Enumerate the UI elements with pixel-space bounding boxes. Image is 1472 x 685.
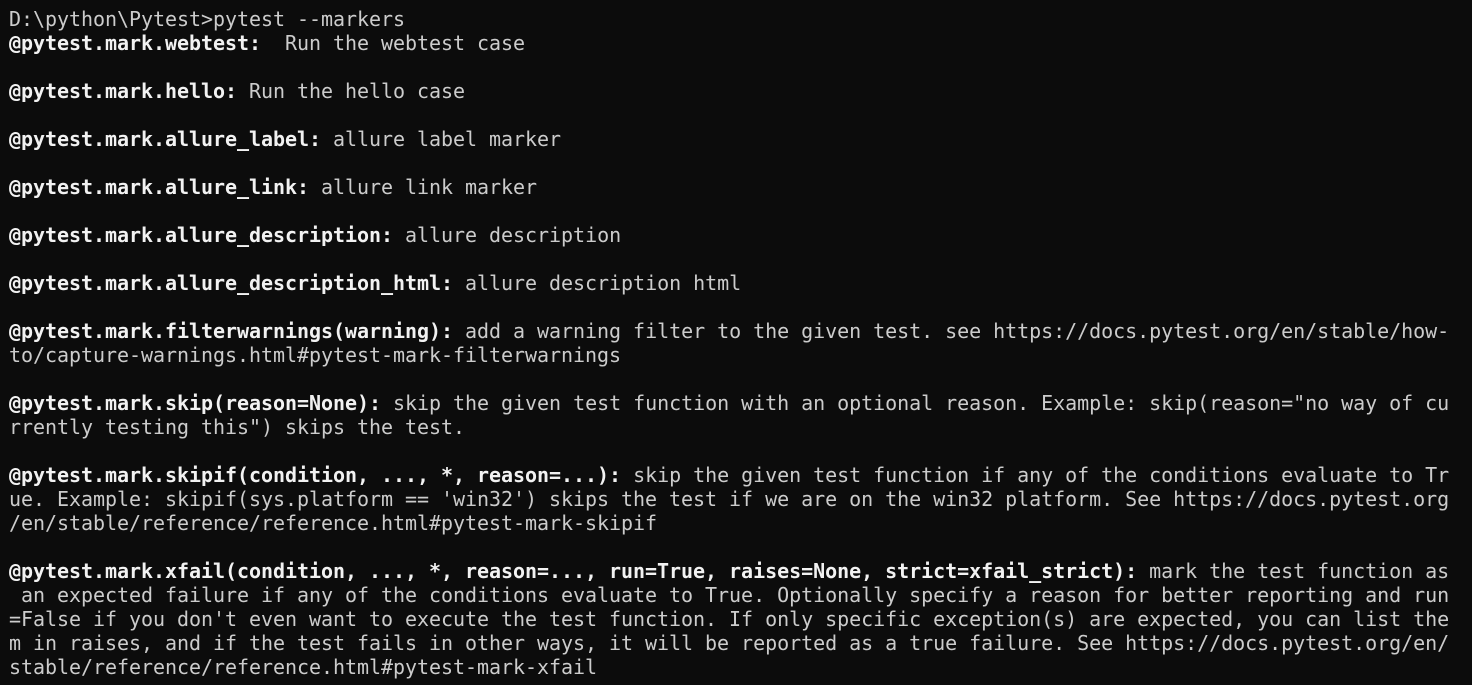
marker-name: @pytest.mark.xfail(condition, ..., *, re…	[9, 559, 1138, 583]
marker-description: allure label marker	[321, 127, 562, 151]
output-line: rrently testing this") skips the test.	[9, 415, 466, 439]
marker-name: @pytest.mark.hello:	[9, 79, 238, 103]
marker-line: @pytest.mark.webtest: Run the webtest ca…	[9, 31, 1459, 55]
marker-line: @pytest.mark.allure_description_html: al…	[9, 271, 1459, 295]
marker-name: @pytest.mark.skipif(condition, ..., *, r…	[9, 463, 622, 487]
output-line: to/capture-warnings.html#pytest-mark-fil…	[9, 343, 622, 367]
marker-name: @pytest.mark.skip(reason=None):	[9, 391, 382, 415]
output-line: ue. Example: skipif(sys.platform == 'win…	[9, 487, 1450, 511]
marker-name: @pytest.mark.filterwarnings(warning):	[9, 319, 454, 343]
marker-name: @pytest.mark.allure_link:	[9, 175, 310, 199]
output-line: /en/stable/reference/reference.html#pyte…	[9, 511, 658, 535]
marker-line: @pytest.mark.hello: Run the hello case	[9, 79, 1459, 103]
marker-description: skip the given test function if any of t…	[621, 463, 1450, 487]
marker-description: add a warning filter to the given test. …	[453, 319, 1450, 343]
marker-name: @pytest.mark.allure_label:	[9, 127, 322, 151]
command-text: pytest --markers	[213, 7, 406, 31]
marker-name: @pytest.mark.webtest:	[9, 31, 262, 55]
marker-description: skip the given test function with an opt…	[381, 391, 1450, 415]
marker-line: @pytest.mark.skipif(condition, ..., *, r…	[9, 463, 1459, 487]
command-line: D:\python\Pytest>pytest --markers	[9, 7, 1459, 31]
output-line: an expected failure if any of the condit…	[9, 583, 1450, 607]
marker-line: @pytest.mark.filterwarnings(warning): ad…	[9, 319, 1459, 343]
marker-name: @pytest.mark.allure_description_html:	[9, 271, 454, 295]
terminal-output[interactable]: D:\python\Pytest>pytest --markers @pytes…	[9, 7, 1459, 685]
prompt-path: D:\python\Pytest>	[9, 7, 214, 31]
output-line: m in raises, and if the test fails in ot…	[9, 631, 1450, 655]
output-line: stable/reference/reference.html#pytest-m…	[9, 655, 598, 679]
marker-line: @pytest.mark.xfail(condition, ..., *, re…	[9, 559, 1459, 583]
marker-description: Run the webtest case	[261, 31, 526, 55]
marker-line: @pytest.mark.allure_link: allure link ma…	[9, 175, 1459, 199]
marker-description: Run the hello case	[237, 79, 466, 103]
marker-description: mark the test function as	[1137, 559, 1450, 583]
marker-line: @pytest.mark.skip(reason=None): skip the…	[9, 391, 1459, 415]
marker-line: @pytest.mark.allure_description: allure …	[9, 223, 1459, 247]
marker-line: @pytest.mark.allure_label: allure label …	[9, 127, 1459, 151]
marker-description: allure description html	[453, 271, 742, 295]
marker-description: allure description	[393, 223, 622, 247]
marker-name: @pytest.mark.allure_description:	[9, 223, 394, 247]
output-line: =False if you don't even want to execute…	[9, 607, 1450, 631]
output-lines: @pytest.mark.webtest: Run the webtest ca…	[9, 31, 1459, 679]
marker-description: allure link marker	[309, 175, 538, 199]
